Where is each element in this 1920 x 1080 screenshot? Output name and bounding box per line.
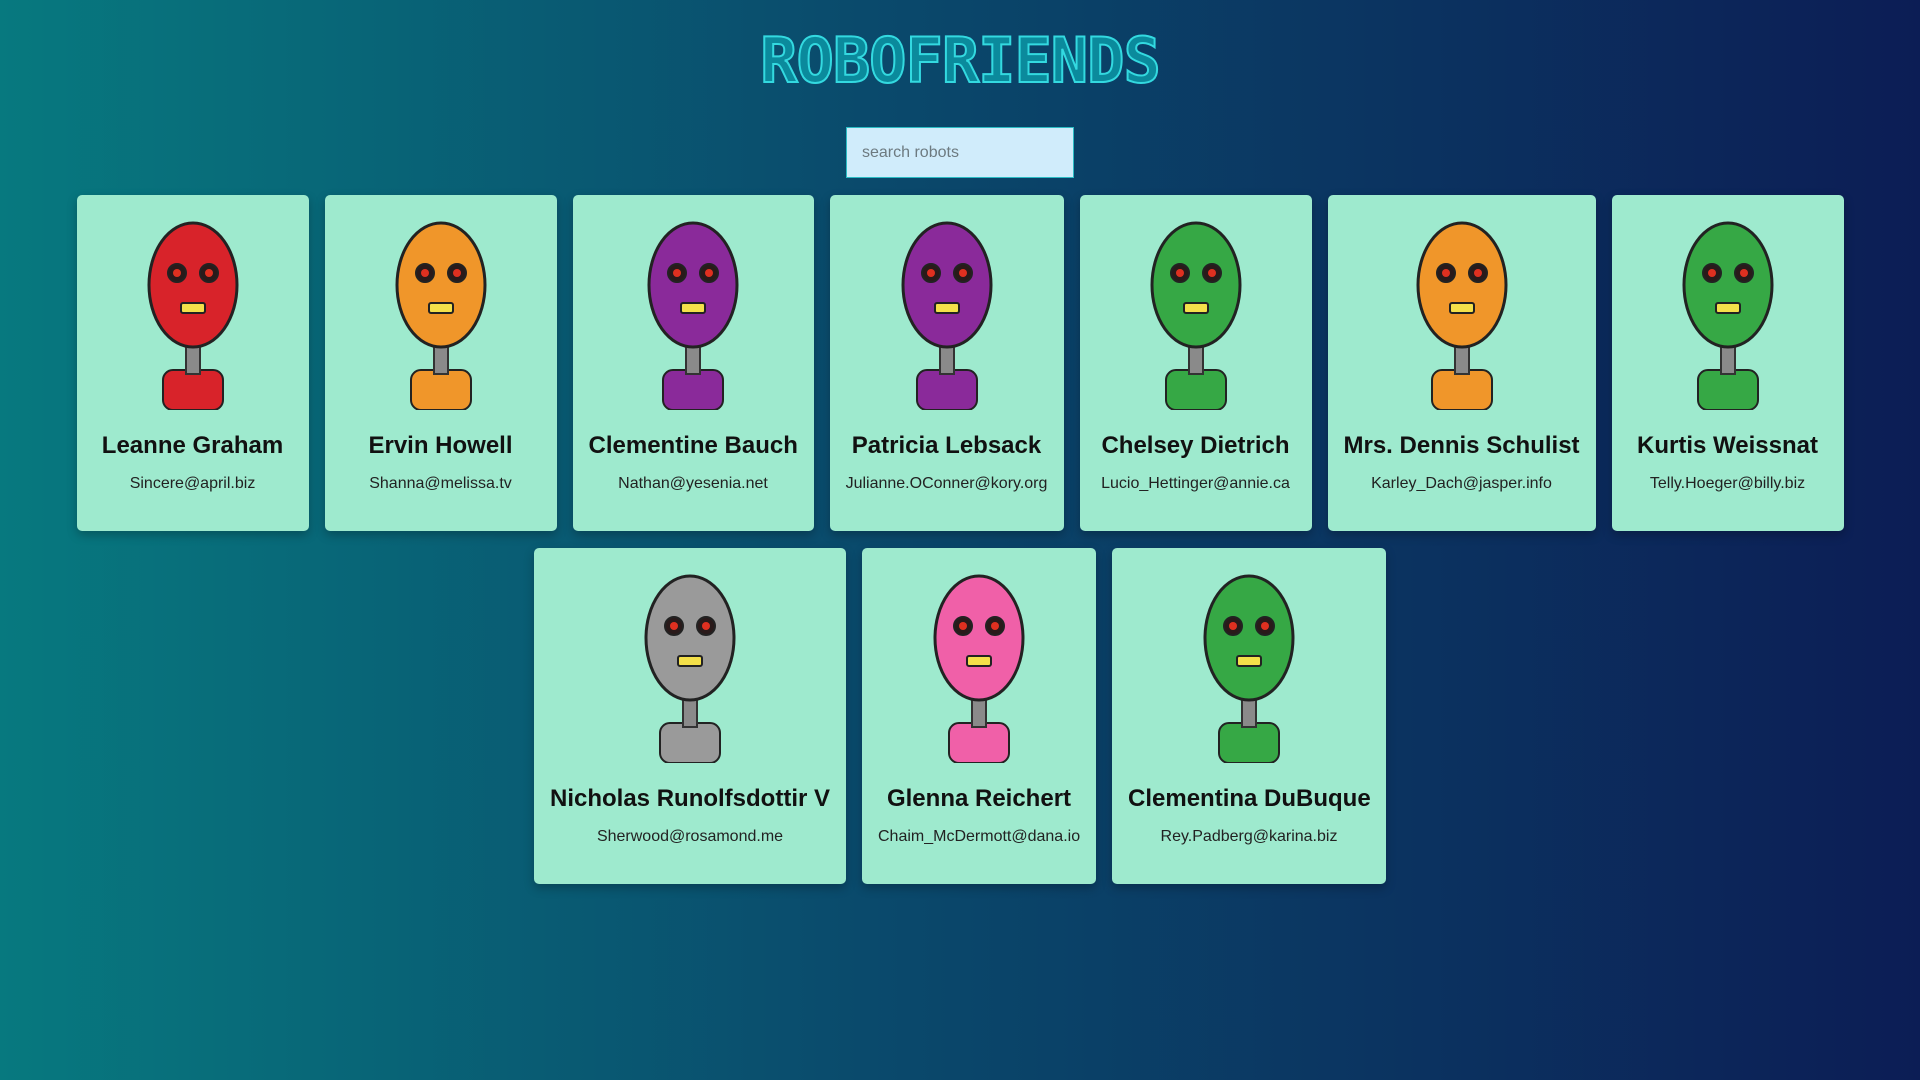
purple-robot-icon xyxy=(901,221,992,410)
robot-avatar xyxy=(846,195,1048,410)
robot-card[interactable]: Patricia Lebsack Julianne.OConner@kory.o… xyxy=(829,195,1064,531)
robot-email: Julianne.OConner@kory.org xyxy=(845,475,1048,492)
robot-avatar xyxy=(1128,548,1370,763)
robot-card[interactable]: Ervin Howell Shanna@melissa.tv xyxy=(324,195,557,531)
robot-name: Clementine Bauch xyxy=(588,432,798,459)
robot-card[interactable]: Kurtis Weissnat Telly.Hoeger@billy.biz xyxy=(1611,195,1844,531)
robot-email: Chaim_McDermott@dana.io xyxy=(878,828,1081,845)
robot-card[interactable]: Clementine Bauch Nathan@yesenia.net xyxy=(572,195,814,531)
card-row-1: Leanne Graham Sincere@april.biz Ervin Ho… xyxy=(0,195,1920,531)
robot-avatar xyxy=(1096,195,1296,410)
robot-card[interactable]: Glenna Reichert Chaim_McDermott@dana.io xyxy=(862,548,1096,884)
robot-name: Patricia Lebsack xyxy=(851,432,1042,459)
gray-robot-icon xyxy=(644,574,736,763)
robot-email: Lucio_Hettinger@annie.ca xyxy=(1101,475,1290,492)
robot-card-list: Leanne Graham Sincere@april.biz Ervin Ho… xyxy=(0,195,1920,901)
robot-avatar xyxy=(589,195,798,410)
robot-avatar xyxy=(1344,195,1580,410)
robot-card[interactable]: Leanne Graham Sincere@april.biz xyxy=(76,195,309,531)
robot-name: Ervin Howell xyxy=(368,432,513,459)
card-row-2: Nicholas Runolfsdottir V Sherwood@rosamo… xyxy=(0,548,1920,884)
robot-avatar xyxy=(1628,195,1828,410)
green-robot-icon xyxy=(1682,221,1773,410)
robot-card[interactable]: Chelsey Dietrich Lucio_Hettinger@annie.c… xyxy=(1079,195,1312,531)
robot-card[interactable]: Mrs. Dennis Schulist Karley_Dach@jasper.… xyxy=(1327,195,1596,531)
orange-robot-icon xyxy=(1416,221,1507,410)
robot-email: Sincere@april.biz xyxy=(129,475,256,492)
robot-email: Telly.Hoeger@billy.biz xyxy=(1649,475,1806,492)
robot-name: Mrs. Dennis Schulist xyxy=(1343,432,1580,459)
robot-avatar xyxy=(93,195,293,410)
robot-avatar xyxy=(878,548,1080,763)
robot-name: Clementina DuBuque xyxy=(1128,785,1371,812)
robot-name: Chelsey Dietrich xyxy=(1101,432,1290,459)
robot-email: Shanna@melissa.tv xyxy=(369,475,512,492)
robot-card[interactable]: Nicholas Runolfsdottir V Sherwood@rosamo… xyxy=(534,548,846,884)
purple-robot-icon xyxy=(647,221,739,410)
robot-name: Nicholas Runolfsdottir V xyxy=(550,785,831,812)
app-title: ROBOFRIENDS xyxy=(759,24,1162,97)
robot-avatar xyxy=(341,195,541,410)
robot-name: Kurtis Weissnat xyxy=(1637,432,1818,459)
orange-robot-icon xyxy=(395,221,486,410)
red-robot-icon xyxy=(147,221,238,410)
robot-email: Karley_Dach@jasper.info xyxy=(1371,475,1552,492)
search-input[interactable] xyxy=(846,127,1074,178)
robot-name: Leanne Graham xyxy=(101,432,284,459)
pink-robot-icon xyxy=(933,574,1025,763)
robot-card[interactable]: Clementina DuBuque Rey.Padberg@karina.bi… xyxy=(1112,548,1386,884)
robot-email: Sherwood@rosamond.me xyxy=(596,828,784,845)
robot-email: Rey.Padberg@karina.biz xyxy=(1160,828,1338,845)
green-robot-icon xyxy=(1150,221,1241,410)
robot-name: Glenna Reichert xyxy=(886,785,1072,812)
robot-email: Nathan@yesenia.net xyxy=(618,475,768,492)
green-robot-icon xyxy=(1203,574,1295,763)
robot-avatar xyxy=(550,548,830,763)
